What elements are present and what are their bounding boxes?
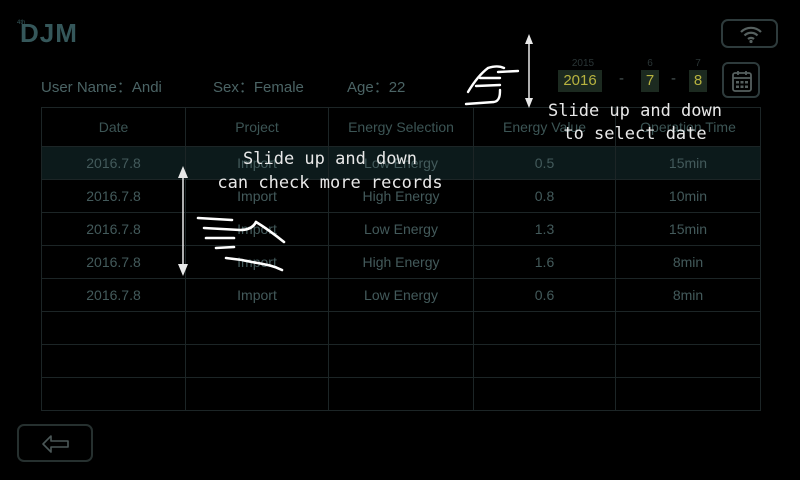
date-swipe-hint	[464, 34, 533, 108]
table-row-empty	[41, 311, 761, 345]
table-row-empty	[41, 377, 761, 411]
cell-empty	[185, 344, 329, 378]
month-wheel[interactable]: 7	[641, 70, 659, 92]
column-header: Date	[41, 107, 186, 147]
cell-empty	[328, 344, 474, 378]
wifi-icon	[740, 26, 762, 44]
cell-project: Import	[185, 278, 329, 312]
cell-empty	[41, 344, 186, 378]
cell-operation-time: 15min	[615, 146, 761, 180]
column-header: Project	[185, 107, 329, 147]
cell-empty	[473, 377, 616, 411]
cell-date: 2016.7.8	[41, 245, 186, 279]
cell-operation-time: 10min	[615, 179, 761, 213]
user-sex: Sex：Female	[213, 79, 304, 96]
column-header: Energy Selection	[328, 107, 474, 147]
cell-date: 2016.7.8	[41, 179, 186, 213]
cell-energy-selection: Low Energy	[328, 278, 474, 312]
cell-empty	[41, 377, 186, 411]
cell-empty	[328, 311, 474, 345]
cell-date: 2016.7.8	[41, 146, 186, 180]
hand-pointer-icon	[464, 65, 520, 106]
user-name: User Name：Andi	[41, 79, 162, 96]
cell-energy-value: 1.6	[473, 245, 616, 279]
cell-empty	[615, 311, 761, 345]
cell-energy-selection: High Energy	[328, 245, 474, 279]
cell-empty	[473, 311, 616, 345]
records-tip-line1: Slide up and down	[243, 149, 417, 169]
table-row[interactable]: 2016.7.8 Import Low Energy 0.6 8min	[41, 278, 761, 312]
cell-date: 2016.7.8	[41, 212, 186, 246]
date-picker[interactable]: 2015 2016 - 6 7 - 7 8	[555, 58, 715, 98]
up-down-arrow-icon	[178, 166, 188, 276]
table-row[interactable]: 2016.7.8 Import High Energy 1.6 8min	[41, 245, 761, 279]
cell-energy-value: 0.6	[473, 278, 616, 312]
cell-operation-time: 15min	[615, 212, 761, 246]
day-prev: 7	[695, 58, 701, 69]
cell-empty	[185, 377, 329, 411]
cell-operation-time: 8min	[615, 245, 761, 279]
up-down-arrow-icon	[525, 34, 533, 108]
djm-logo-mark: 4th DJM	[17, 18, 78, 48]
wifi-button[interactable]	[721, 19, 778, 48]
cell-empty	[41, 311, 186, 345]
table-row-empty	[41, 344, 761, 378]
back-arrow-icon	[42, 435, 69, 453]
cell-empty	[185, 311, 329, 345]
table-row[interactable]: 2016.7.8 Import Low Energy 1.3 15min	[41, 212, 761, 246]
cell-empty	[615, 344, 761, 378]
cell-energy-value: 0.8	[473, 179, 616, 213]
cell-empty	[615, 377, 761, 411]
calendar-icon	[732, 71, 752, 92]
date-tip-line2: to select date	[563, 124, 707, 144]
user-age: Age：22	[347, 79, 406, 96]
cell-energy-selection: Low Energy	[328, 212, 474, 246]
cell-empty	[473, 344, 616, 378]
cell-date: 2016.7.8	[41, 278, 186, 312]
back-button[interactable]	[17, 424, 93, 462]
hand-pointer-icon	[196, 216, 286, 272]
records-tip-line2: can check more records	[217, 173, 443, 193]
day-wheel[interactable]: 8	[689, 70, 707, 92]
date-separator: -	[619, 70, 624, 87]
cell-energy-value: 0.5	[473, 146, 616, 180]
date-tip-line1: Slide up and down	[548, 101, 722, 121]
logo-text: DJM	[20, 18, 78, 48]
cell-operation-time: 8min	[615, 278, 761, 312]
cell-empty	[328, 377, 474, 411]
month-prev: 6	[647, 58, 653, 69]
cell-energy-value: 1.3	[473, 212, 616, 246]
djm-logo: 4th DJM	[16, 14, 96, 50]
year-wheel[interactable]: 2016	[558, 70, 602, 92]
year-prev: 2015	[571, 58, 595, 69]
calendar-button[interactable]	[722, 62, 760, 98]
date-separator: -	[671, 70, 676, 87]
